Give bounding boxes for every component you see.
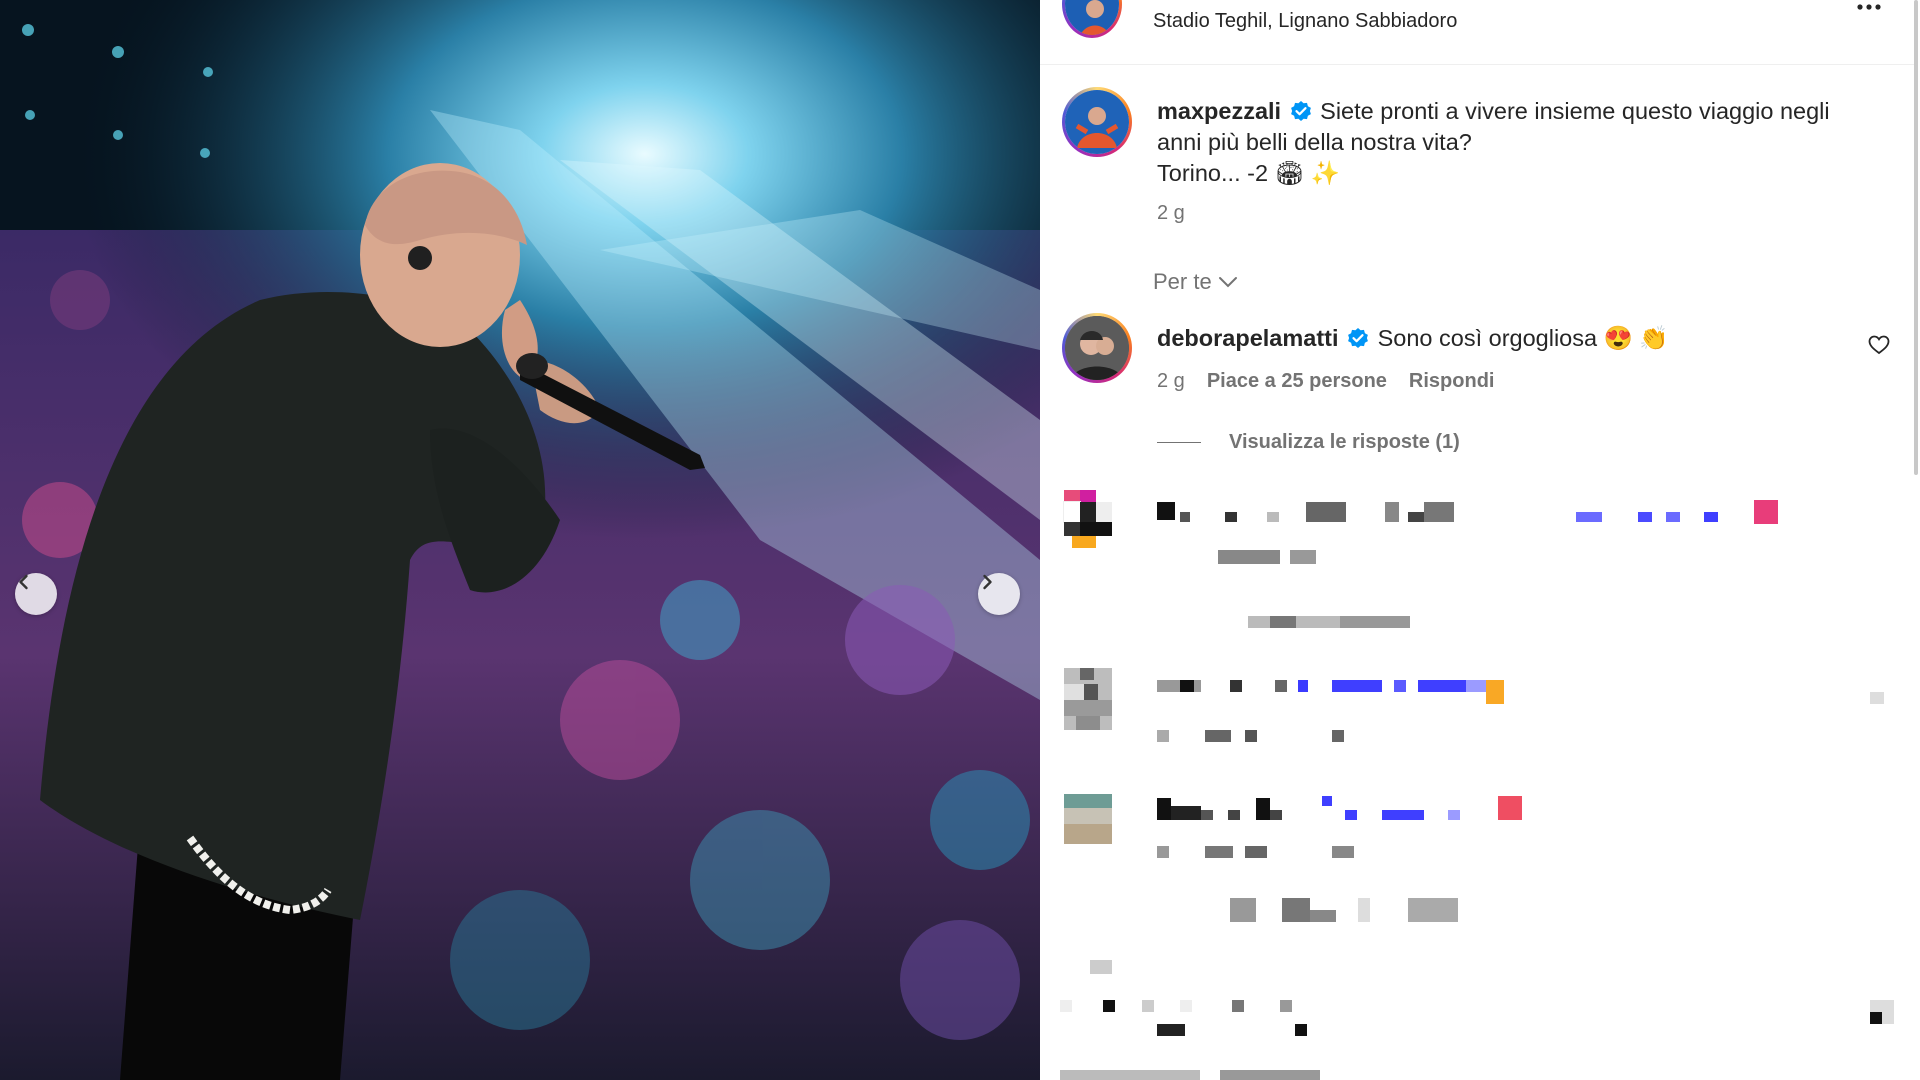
chevron-right-icon [983, 574, 992, 590]
post-caption: maxpezzali Siete pronti a vivere insieme… [1157, 96, 1917, 189]
caption-line-3: Torino... -2 🏟 ✨ [1157, 160, 1341, 186]
view-replies-button[interactable]: Visualizza le risposte (1) [1157, 431, 1460, 454]
commenter-avatar[interactable] [1062, 313, 1132, 383]
comments-filter-dropdown[interactable]: Per te [1153, 269, 1238, 295]
caption-line-2: anni più belli della nostra vita? [1157, 129, 1472, 155]
view-replies-label: Visualizza le risposte (1) [1229, 431, 1460, 453]
reply-button[interactable]: Rispondi [1409, 370, 1495, 393]
replies-line [1157, 442, 1201, 443]
caption-age[interactable]: 2 g [1157, 202, 1185, 225]
censored-avatar [1064, 794, 1112, 844]
post-location[interactable]: Stadio Teghil, Lignano Sabbiadoro [1153, 10, 1457, 33]
caption-author[interactable]: maxpezzali [1157, 98, 1281, 124]
comment-likes[interactable]: Piace a 25 persone [1207, 370, 1387, 393]
comment-meta: 2 g Piace a 25 persone Rispondi [1157, 370, 1494, 393]
author-avatar[interactable] [1062, 87, 1132, 157]
comment-body: deborapelamatti Sono così orgogliosa 😍 👏 [1157, 323, 1669, 353]
heart-icon[interactable] [1868, 335, 1890, 355]
chevron-down-icon [1218, 277, 1237, 288]
previous-image-button[interactable] [15, 573, 57, 615]
censored-avatar [1064, 668, 1112, 730]
comments-filter-label: Per te [1153, 269, 1212, 294]
concert-photo [0, 0, 1040, 1080]
header-divider [1040, 64, 1914, 65]
header-avatar[interactable] [1062, 0, 1122, 38]
comment-author[interactable]: deborapelamatti [1157, 325, 1339, 351]
chevron-left-icon [19, 574, 28, 590]
comment-age[interactable]: 2 g [1157, 370, 1185, 393]
verified-badge-icon [1290, 99, 1312, 121]
caption-line-1: Siete pronti a vivere insieme questo via… [1320, 98, 1830, 124]
post-photo [0, 0, 1040, 1080]
scrollbar[interactable] [1914, 0, 1918, 475]
verified-badge-icon [1347, 326, 1369, 348]
next-image-button[interactable] [978, 573, 1020, 615]
comment-text: Sono così orgogliosa 😍 👏 [1377, 325, 1669, 351]
more-options-icon[interactable] [1855, 0, 1885, 10]
post-side-panel: Stadio Teghil, Lignano Sabbiadoro maxpez… [1040, 0, 1920, 1080]
censored-avatar [1063, 490, 1112, 548]
